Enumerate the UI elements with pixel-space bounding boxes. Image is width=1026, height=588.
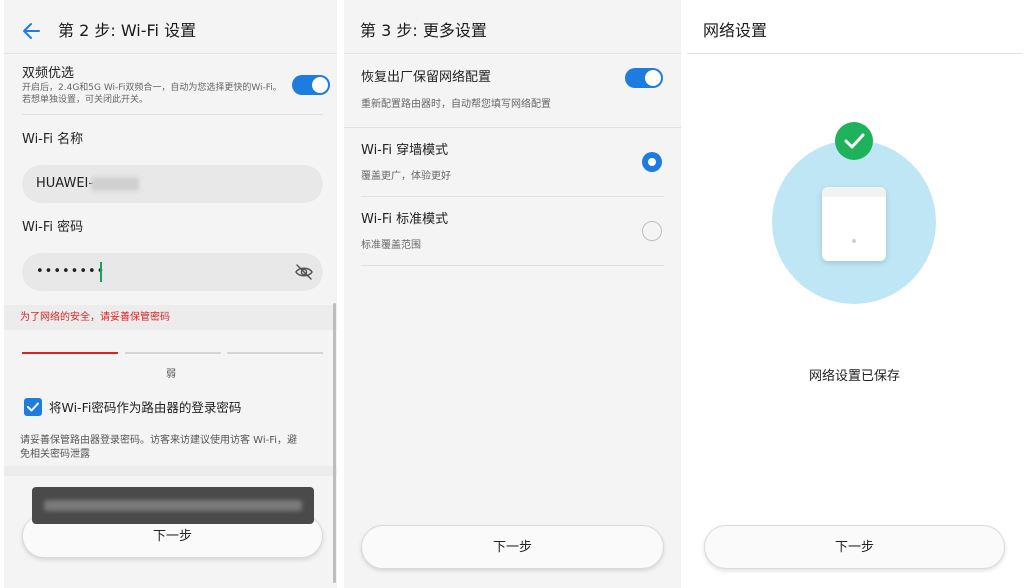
wifi-password-label: Wi-Fi 密码 — [22, 220, 84, 235]
page-title: 第 2 步: Wi-Fi 设置 — [58, 21, 197, 40]
strength-bar-1 — [22, 352, 118, 354]
mode-option-wall[interactable]: Wi-Fi 穿墙模式 覆盖更广，体验更好 — [344, 128, 681, 196]
dual-band-desc-line1: 开启后，2.4G和5G Wi-Fi双频合一，自动为您选择更快的Wi-Fi。 — [22, 83, 282, 93]
toast — [32, 487, 314, 524]
wifi-password-value: •••••••• — [36, 264, 106, 279]
header: 第 2 步: Wi-Fi 设置 — [4, 0, 337, 54]
login-password-checkbox[interactable] — [24, 398, 42, 416]
dual-band-desc-line2: 若想单独设置，可关闭此开关。 — [22, 95, 149, 105]
redacted-toast-text — [44, 500, 302, 511]
mode-label: Wi-Fi 标准模式 — [361, 212, 449, 227]
warning-banner: 为了网络的安全，请妥善保管密码 — [4, 305, 337, 330]
header: 第 3 步: 更多设置 — [344, 0, 681, 54]
wifi-settings-panel: 第 2 步: Wi-Fi 设置 双频优选 开启后，2.4G和5G Wi-Fi双频… — [4, 0, 337, 588]
next-button-label: 下一步 — [492, 540, 532, 555]
separator — [337, 0, 341, 588]
note-line1: 请妥善保管路由器登录密码。访客来访建议使用访客 Wi-Fi，避 — [20, 435, 298, 446]
next-button-label: 下一步 — [834, 540, 874, 555]
network-saved-panel: 网络设置 网络设置已保存 下一步 — [687, 0, 1022, 588]
radio-unselected[interactable] — [642, 221, 662, 241]
wifi-name-value: HUAWEI- — [36, 176, 94, 191]
restore-desc: 重新配置路由器时，自动帮您填写网络配置 — [361, 99, 551, 110]
redacted-blur — [91, 177, 139, 191]
mode-label: Wi-Fi 穿墙模式 — [361, 143, 449, 158]
next-button[interactable]: 下一步 — [361, 525, 664, 569]
back-arrow-icon[interactable] — [21, 20, 43, 42]
mode-option-standard[interactable]: Wi-Fi 标准模式 标准覆盖范围 — [344, 197, 681, 265]
scrollbar[interactable] — [333, 303, 336, 583]
strength-text: 弱 — [166, 369, 176, 380]
section-gap — [4, 466, 337, 476]
security-warning: 为了网络的安全，请妥善保管密码 — [20, 312, 170, 323]
wifi-name-label: Wi-Fi 名称 — [22, 132, 84, 147]
restore-label: 恢复出厂保留网络配置 — [361, 70, 492, 85]
radio-selected[interactable] — [642, 152, 662, 172]
dual-band-label: 双频优选 — [22, 66, 75, 81]
more-settings-panel: 第 3 步: 更多设置 恢复出厂保留网络配置 重新配置路由器时，自动帮您填写网络… — [344, 0, 681, 588]
saved-status-text: 网络设置已保存 — [808, 369, 900, 384]
mode-desc: 标准覆盖范围 — [361, 240, 421, 251]
router-illustration — [772, 140, 936, 304]
next-button[interactable]: 下一步 — [704, 525, 1005, 569]
page-title: 第 3 步: 更多设置 — [360, 21, 487, 40]
check-circle-icon — [835, 122, 873, 160]
wifi-name-field[interactable]: HUAWEI- — [22, 165, 323, 203]
page-title: 网络设置 — [703, 21, 768, 40]
divider — [22, 114, 323, 115]
header: 网络设置 — [687, 0, 1022, 54]
checkbox-label[interactable]: 将Wi-Fi密码作为路由器的登录密码 — [49, 399, 241, 417]
mode-desc: 覆盖更广，体验更好 — [361, 171, 451, 182]
strength-bar-2 — [125, 352, 221, 354]
router-icon — [822, 187, 886, 261]
next-button-label: 下一步 — [152, 529, 192, 544]
wifi-password-field[interactable]: •••••••• — [22, 253, 323, 291]
strength-bar-3 — [227, 352, 323, 354]
restore-toggle[interactable] — [625, 68, 663, 88]
divider — [361, 265, 664, 266]
text-cursor — [100, 262, 102, 282]
eye-off-icon[interactable] — [294, 263, 314, 281]
checkmark-icon — [27, 402, 39, 412]
separator — [681, 0, 685, 588]
dual-band-toggle[interactable] — [292, 75, 330, 95]
note-line2: 免相关密码泄露 — [20, 449, 90, 460]
